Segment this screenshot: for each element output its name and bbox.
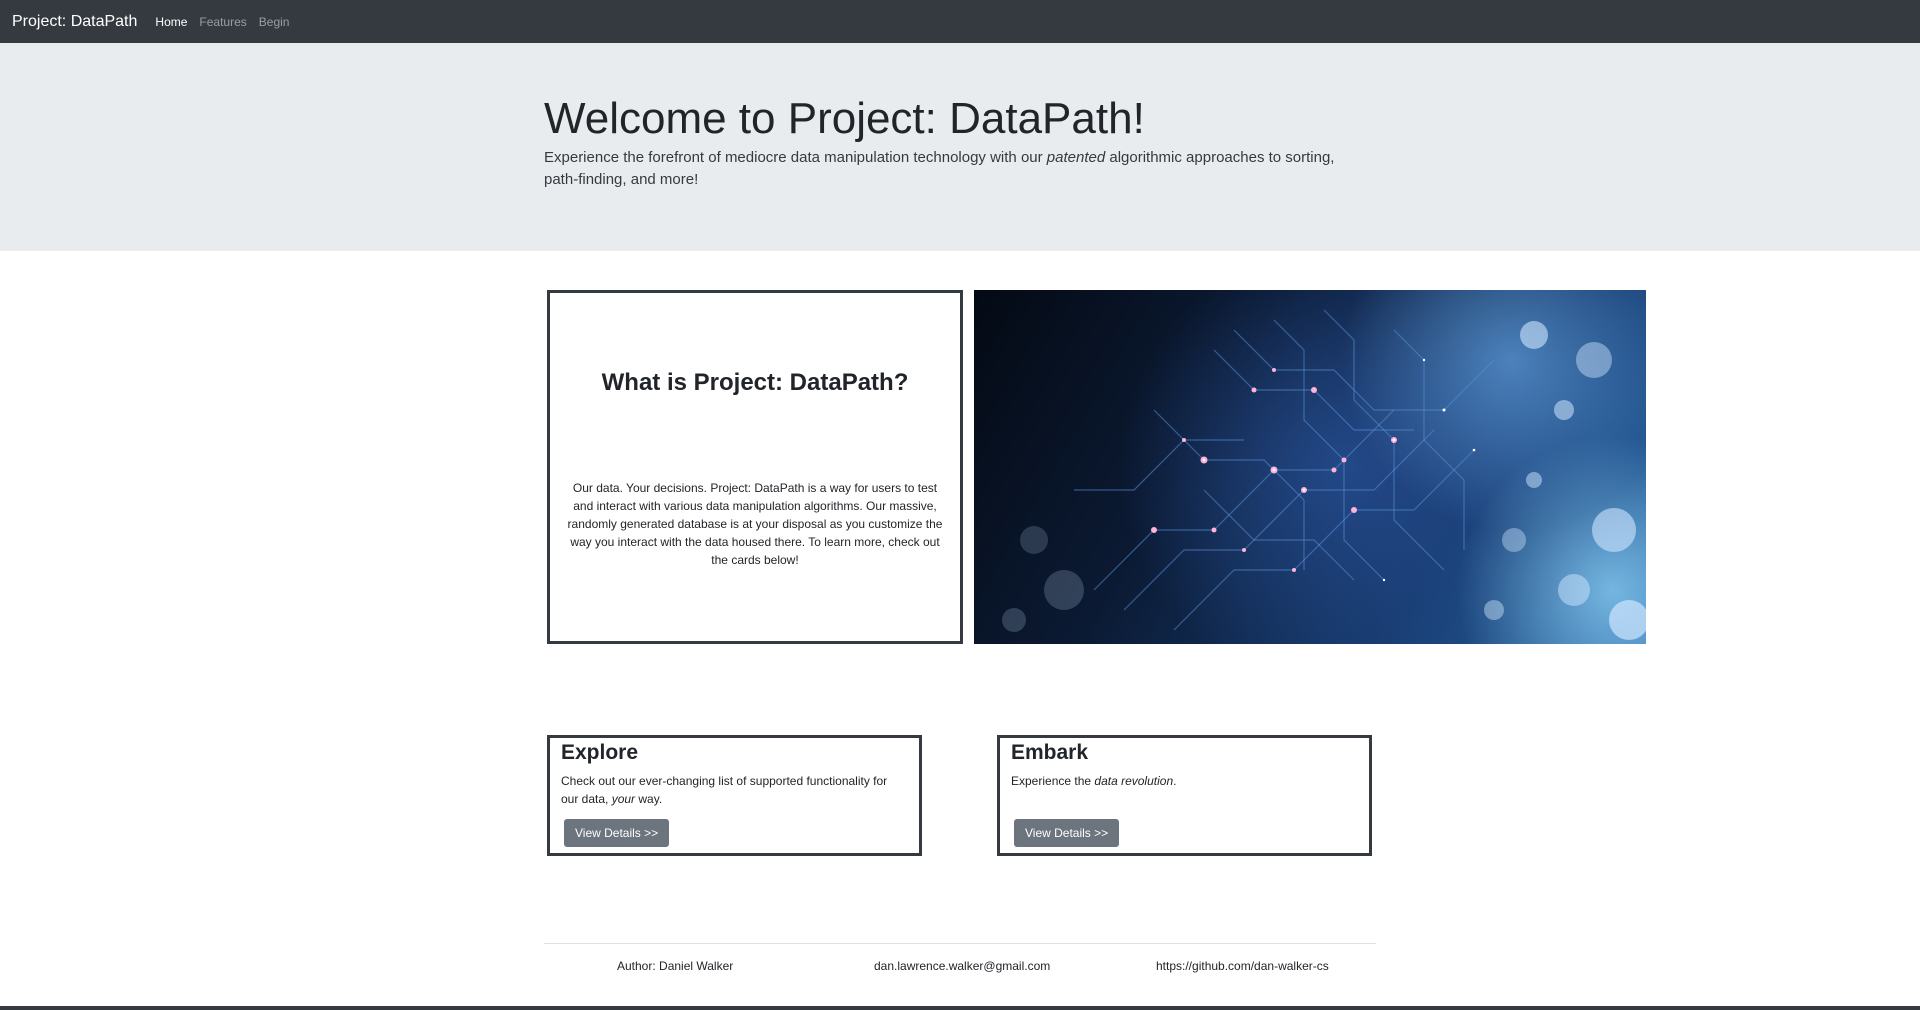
- card-text-embark: Experience the data revolution.: [1011, 772, 1356, 790]
- about-title: What is Project: DataPath?: [601, 369, 909, 396]
- card-text-start: Experience the: [1011, 774, 1095, 788]
- card-text-emphasis: data revolution: [1094, 774, 1174, 788]
- about-text: Our data. Your decisions. Project: DataP…: [567, 481, 943, 567]
- circuit-network-graphic: [1002, 309, 1646, 640]
- navbar-brand[interactable]: Project: DataPath: [12, 13, 137, 31]
- nav-link-home[interactable]: Home: [155, 15, 187, 29]
- nav-link-begin[interactable]: Begin: [259, 15, 290, 29]
- jumbotron: Welcome to Project: DataPath! Experience…: [0, 43, 1920, 251]
- lead-text-start: Experience the forefront of mediocre dat…: [544, 149, 1047, 166]
- footer-divider: [544, 943, 1376, 944]
- explore-view-details-button[interactable]: View Details >>: [564, 819, 670, 847]
- card-title-explore: Explore: [561, 741, 639, 764]
- footer-github-link[interactable]: https://github.com/dan-walker-cs: [1156, 959, 1329, 973]
- embark-card: Embark Experience the data revolution. V…: [997, 735, 1372, 856]
- embark-view-details-button[interactable]: View Details >>: [1014, 819, 1120, 847]
- card-text-end: way.: [635, 792, 663, 806]
- circuit-network-image: [974, 290, 1646, 644]
- nav-link-features[interactable]: Features: [199, 15, 246, 29]
- lead-text-emphasis: patented: [1046, 149, 1106, 166]
- card-text-explore: Check out our ever-changing list of supp…: [561, 772, 906, 808]
- jumbotron-lead: Experience the forefront of mediocre dat…: [544, 147, 1344, 191]
- explore-card: Explore Check out our ever-changing list…: [547, 735, 922, 856]
- footer-author: Author: Daniel Walker: [617, 959, 734, 973]
- footer-email-link[interactable]: dan.lawrence.walker@gmail.com: [874, 959, 1050, 973]
- about-box: What is Project: DataPath? Our data. You…: [547, 290, 963, 644]
- window-bottom-edge: [0, 1006, 1920, 1010]
- page-title: Welcome to Project: DataPath!: [544, 94, 1145, 143]
- card-title-embark: Embark: [1011, 741, 1089, 764]
- card-text-start: Check out our ever-changing list of supp…: [561, 774, 888, 806]
- navbar: Project: DataPath Home Features Begin: [0, 0, 1920, 43]
- card-text-end: .: [1173, 774, 1177, 788]
- card-text-emphasis: your: [611, 792, 636, 806]
